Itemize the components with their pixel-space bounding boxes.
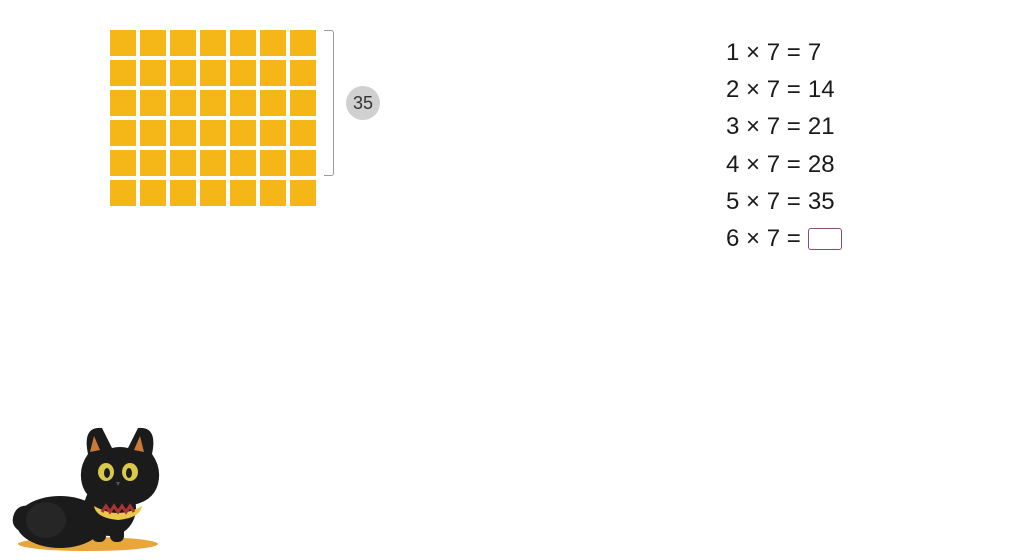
grid-cell xyxy=(230,90,256,116)
grid-cell xyxy=(110,120,136,146)
grid-cell xyxy=(170,60,196,86)
grid-cell xyxy=(200,90,226,116)
grid-cell xyxy=(140,150,166,176)
equation-rhs: 21 xyxy=(808,108,835,145)
grid-cell xyxy=(230,30,256,56)
grid-cell xyxy=(170,90,196,116)
grid-cell xyxy=(260,30,286,56)
grid-cell xyxy=(200,60,226,86)
equation-rhs: 28 xyxy=(808,146,835,183)
equation-row: 6 × 7 = xyxy=(726,220,842,257)
equation-row: 5 × 7 =35 xyxy=(726,183,842,220)
grid-cell xyxy=(170,120,196,146)
bracket-count-badge: 35 xyxy=(346,86,380,120)
grid-cell xyxy=(260,180,286,206)
cat-mascot xyxy=(10,422,170,552)
equation-lhs: 5 × 7 = xyxy=(726,183,801,220)
equation-rhs: 14 xyxy=(808,71,835,108)
grid-cell xyxy=(110,180,136,206)
grid-cell xyxy=(200,150,226,176)
equation-rhs: 35 xyxy=(808,183,835,220)
grid-cell xyxy=(290,120,316,146)
answer-input[interactable] xyxy=(808,228,842,250)
equation-row: 2 × 7 =14 xyxy=(726,71,842,108)
grid-cell xyxy=(260,90,286,116)
grid-cell xyxy=(140,90,166,116)
equation-lhs: 1 × 7 = xyxy=(726,34,801,71)
grid-cell xyxy=(260,120,286,146)
equation-lhs: 2 × 7 = xyxy=(726,71,801,108)
equation-list: 1 × 7 =72 × 7 =143 × 7 =214 × 7 =285 × 7… xyxy=(726,34,842,257)
equation-row: 1 × 7 =7 xyxy=(726,34,842,71)
grid-cell xyxy=(290,150,316,176)
grid-cell xyxy=(290,60,316,86)
equation-lhs: 4 × 7 = xyxy=(726,146,801,183)
equation-rhs: 7 xyxy=(808,34,821,71)
square-grid xyxy=(110,30,316,206)
grid-cell xyxy=(140,120,166,146)
equation-lhs: 3 × 7 = xyxy=(726,108,801,145)
grid-cell xyxy=(140,180,166,206)
grid-cell xyxy=(230,60,256,86)
grid-cell xyxy=(140,60,166,86)
row-bracket xyxy=(324,30,334,176)
grid-cell xyxy=(110,150,136,176)
equation-row: 3 × 7 =21 xyxy=(726,108,842,145)
grid-cell xyxy=(230,150,256,176)
grid-cell xyxy=(260,60,286,86)
grid-cell xyxy=(110,30,136,56)
grid-cell xyxy=(110,60,136,86)
grid-cell xyxy=(230,120,256,146)
grid-cell xyxy=(230,180,256,206)
grid-cell xyxy=(170,30,196,56)
grid-cell xyxy=(290,90,316,116)
equation-row: 4 × 7 =28 xyxy=(726,146,842,183)
grid-cell xyxy=(290,30,316,56)
equation-lhs: 6 × 7 = xyxy=(726,220,801,257)
array-model: 35 xyxy=(110,30,380,206)
grid-cell xyxy=(170,180,196,206)
grid-cell xyxy=(260,150,286,176)
grid-cell xyxy=(200,180,226,206)
grid-cell xyxy=(140,30,166,56)
grid-cell xyxy=(170,150,196,176)
grid-cell xyxy=(110,90,136,116)
grid-cell xyxy=(290,180,316,206)
grid-cell xyxy=(200,30,226,56)
grid-cell xyxy=(200,120,226,146)
